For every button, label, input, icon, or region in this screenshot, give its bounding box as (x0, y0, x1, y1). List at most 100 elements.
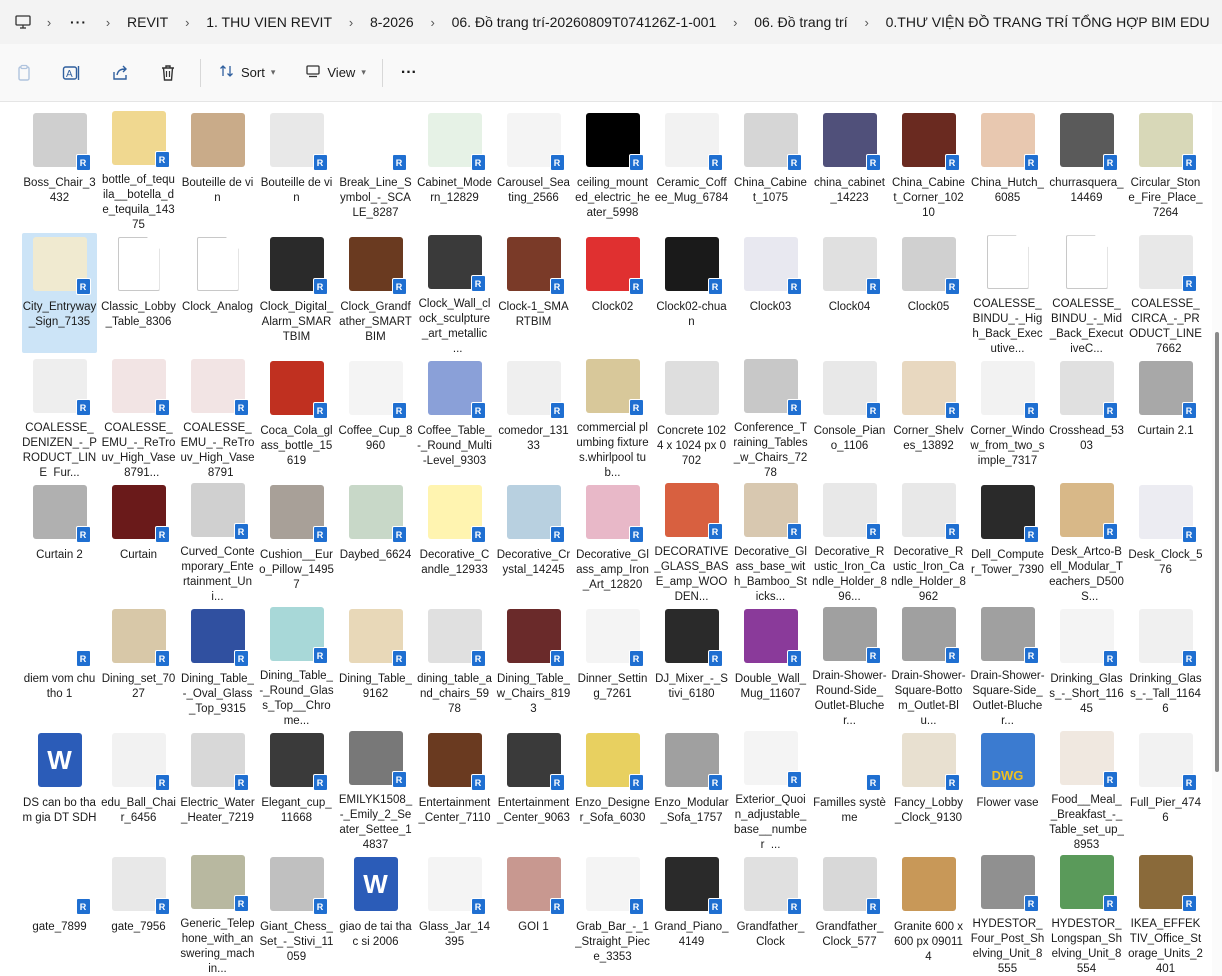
file-item[interactable]: R Cushion__Euro_Pillow_14957 (259, 481, 334, 601)
file-item[interactable]: R Clock_Grandfather_SMARTBIM (338, 233, 413, 353)
file-item[interactable]: R Dining_set_7027 (101, 605, 176, 725)
file-item[interactable]: Granite 600 x 600 px 090114 (891, 853, 966, 973)
breadcrumb-item-do-trang-tri[interactable]: 06. Đồ trang trí (748, 10, 853, 34)
file-item[interactable]: DWG Flower vase (970, 729, 1045, 849)
file-item[interactable]: R Coffee_Table_-_Round_Multi-Level_9303 (417, 357, 492, 477)
breadcrumb-item-revit[interactable]: REVIT (121, 10, 174, 34)
file-item[interactable]: Classic_Lobby_Table_8306 (101, 233, 176, 353)
file-item[interactable]: R Grandfather_Clock (733, 853, 808, 973)
file-item[interactable]: R Decorative_Glass_base_with_Bamboo_Stick… (733, 481, 808, 601)
rename-icon[interactable]: A (56, 57, 88, 89)
file-item[interactable]: R Grand_Piano_4149 (654, 853, 729, 973)
file-item[interactable]: COALESSE_BINDU_-_High_Back_Executive... (970, 233, 1045, 353)
file-item[interactable]: R Clock-1_SMARTBIM (496, 233, 571, 353)
file-item[interactable]: Rchina_cabinet_14223 (812, 109, 887, 229)
file-item[interactable]: R Console_Piano_1106 (812, 357, 887, 477)
breadcrumb-item-thu-vien-revit[interactable]: 1. THU VIEN REVIT (200, 10, 338, 34)
file-item[interactable]: R China_Cabinet_1075 (733, 109, 808, 229)
computer-icon[interactable] (10, 8, 36, 36)
file-item[interactable]: R Decorative_Glass_amp_Iron_Art_12820 (575, 481, 650, 601)
file-item[interactable]: R Drain-Shower-Square-Side_Outlet-Blucher… (970, 605, 1045, 725)
file-item[interactable]: R Glass_Jar_14395 (417, 853, 492, 973)
delete-icon[interactable] (152, 57, 184, 89)
file-item[interactable]: R Dining_Table_w_Chairs_8193 (496, 605, 571, 725)
file-item[interactable]: R COALESSE_CIRCA_-_PRODUCT_LINE_7662 (1128, 233, 1203, 353)
file-item[interactable]: R Clock05 (891, 233, 966, 353)
file-item[interactable]: R Curtain 2.1 (1128, 357, 1203, 477)
file-item[interactable]: R Fancy_Lobby_Clock_9130 (891, 729, 966, 849)
file-item[interactable]: R Ceramic_Coffee_Mug_6784 (654, 109, 729, 229)
file-item[interactable]: R Generic_Telephone_with_answering_machin… (180, 853, 255, 973)
file-item[interactable]: R Food__Meal__Breakfast_-_Table_set_up_89… (1049, 729, 1124, 849)
file-item[interactable]: R Clock03 (733, 233, 808, 353)
file-item[interactable]: Redu_Ball_Chair_6456 (101, 729, 176, 849)
file-item[interactable]: R Coca_Cola_glass_bottle_15619 (259, 357, 334, 477)
copy-icon[interactable] (8, 57, 40, 89)
file-item[interactable]: R Bouteille de vin (259, 109, 334, 229)
file-item[interactable]: R Double_Wall_Mug_11607 (733, 605, 808, 725)
file-item[interactable]: Wgiao de tai thac si 2006 (338, 853, 413, 973)
chevron-right-icon[interactable]: › (722, 15, 748, 30)
breadcrumb-item-do-trang-tri-zip[interactable]: 06. Đồ trang trí-20260809T074126Z-1-001 (446, 10, 723, 34)
file-item[interactable]: Rgate_7899 (22, 853, 97, 973)
file-item[interactable]: R Decorative_Rustic_Iron_Candle_Holder_89… (812, 481, 887, 601)
file-item[interactable]: R IKEA_EFFEKTIV_Office_Storage_Units_2401 (1128, 853, 1203, 973)
file-item[interactable]: R Cabinet_Modern_12829 (417, 109, 492, 229)
file-item[interactable]: Rdiem vom chu tho 1 (22, 605, 97, 725)
breadcrumb-item-8-2026[interactable]: 8-2026 (364, 10, 420, 34)
file-item[interactable]: R China_Cabinet_Corner_10210 (891, 109, 966, 229)
file-item[interactable]: R Desk_Clock_576 (1128, 481, 1203, 601)
file-item[interactable]: R GOI 1 (496, 853, 571, 973)
file-item[interactable]: R Enzo_Designer_Sofa_6030 (575, 729, 650, 849)
file-item[interactable]: R Curtain (101, 481, 176, 601)
file-item[interactable]: R DECORATIVE_GLASS_BASE_amp_WOODEN... (654, 481, 729, 601)
view-button[interactable]: View ▾ (297, 64, 373, 81)
file-item[interactable]: R COALESSE_EMU_-_ReTrouv_High_Vase_8791..… (101, 357, 176, 477)
file-item[interactable]: R Enzo_Modular_Sofa_1757 (654, 729, 729, 849)
share-icon[interactable] (104, 57, 136, 89)
file-item[interactable]: Rchurrasquera_14469 (1049, 109, 1124, 229)
file-item[interactable]: Clock_Analog (180, 233, 255, 353)
file-item[interactable]: Concrete 1024 x 1024 px 0702 (654, 357, 729, 477)
file-item[interactable]: R COALESSE_DENIZEN_-_PRODUCT_LINE_Fur... (22, 357, 97, 477)
file-item[interactable]: R Entertainment_Center_9063 (496, 729, 571, 849)
file-item[interactable]: R Dinner_Setting_7261 (575, 605, 650, 725)
sort-button[interactable]: Sort ▾ (211, 64, 283, 81)
breadcrumb-overflow-button[interactable]: ··· (62, 10, 95, 34)
file-item[interactable]: R Desk_Artco-Bell_Modular_Teachers_D500_S… (1049, 481, 1124, 601)
file-item[interactable]: R Dell_Computer_Tower_7390 (970, 481, 1045, 601)
file-item[interactable]: R Clock04 (812, 233, 887, 353)
file-item[interactable]: R Clock02-chuan (654, 233, 729, 353)
file-item[interactable]: R Daybed_6624 (338, 481, 413, 601)
chevron-right-icon[interactable]: › (420, 15, 446, 30)
chevron-right-icon[interactable]: › (95, 15, 121, 30)
file-item[interactable]: R Conference_Training_Tables_w_Chairs_727… (733, 357, 808, 477)
file-item[interactable]: Rdining_table_and_chairs_5978 (417, 605, 492, 725)
file-item[interactable]: R HYDESTOR_Longspan_Shelving_Unit_8554 (1049, 853, 1124, 973)
file-item[interactable]: R Corner_Shelves_13892 (891, 357, 966, 477)
file-item[interactable]: Rceiling_mounted_electric_heater_5998 (575, 109, 650, 229)
scrollbar-thumb[interactable] (1215, 332, 1219, 772)
file-item[interactable]: R Full_Pier_4746 (1128, 729, 1203, 849)
file-item[interactable]: R COALESSE_EMU_-_ReTrouv_High_Vase_8791 (180, 357, 255, 477)
file-item[interactable]: R Clock_Wall_clock_sculpture_art_metallic… (417, 233, 492, 353)
file-item[interactable]: R DJ_Mixer_-_Stivi_6180 (654, 605, 729, 725)
file-item[interactable]: R Drinking_Glass_-_Tall_11646 (1128, 605, 1203, 725)
file-item[interactable]: R Decorative_Candle_12933 (417, 481, 492, 601)
file-item[interactable]: Rcomedor_13133 (496, 357, 571, 477)
file-item[interactable]: R Giant_Chess_Set_-_Stivi_11059 (259, 853, 334, 973)
vertical-scrollbar[interactable] (1212, 102, 1222, 976)
file-item[interactable]: R Drain-Shower-Square-Bottom_Outlet-Blu..… (891, 605, 966, 725)
chevron-right-icon[interactable]: › (174, 15, 200, 30)
file-item[interactable]: R Coffee_Cup_8960 (338, 357, 413, 477)
file-item[interactable]: R Circular_Stone_Fire_Place_7264 (1128, 109, 1203, 229)
file-item[interactable]: W DS can bo tham gia DT SDH (22, 729, 97, 849)
file-item[interactable]: R Dining_Table_-_Oval_Glass_Top_9315 (180, 605, 255, 725)
file-item[interactable]: R Carousel_Seating_2566 (496, 109, 571, 229)
file-item[interactable]: R Curved_Contemporary_Entertainment_Uni..… (180, 481, 255, 601)
file-item[interactable]: R Familles système (812, 729, 887, 849)
file-item[interactable]: R Boss_Chair_3432 (22, 109, 97, 229)
file-item[interactable]: Rbottle_of_tequila__botella_de_tequila_1… (101, 109, 176, 229)
file-item[interactable]: R Curtain 2 (22, 481, 97, 601)
file-item[interactable]: R Grab_Bar_-_1_Straight_Piece_3353 (575, 853, 650, 973)
